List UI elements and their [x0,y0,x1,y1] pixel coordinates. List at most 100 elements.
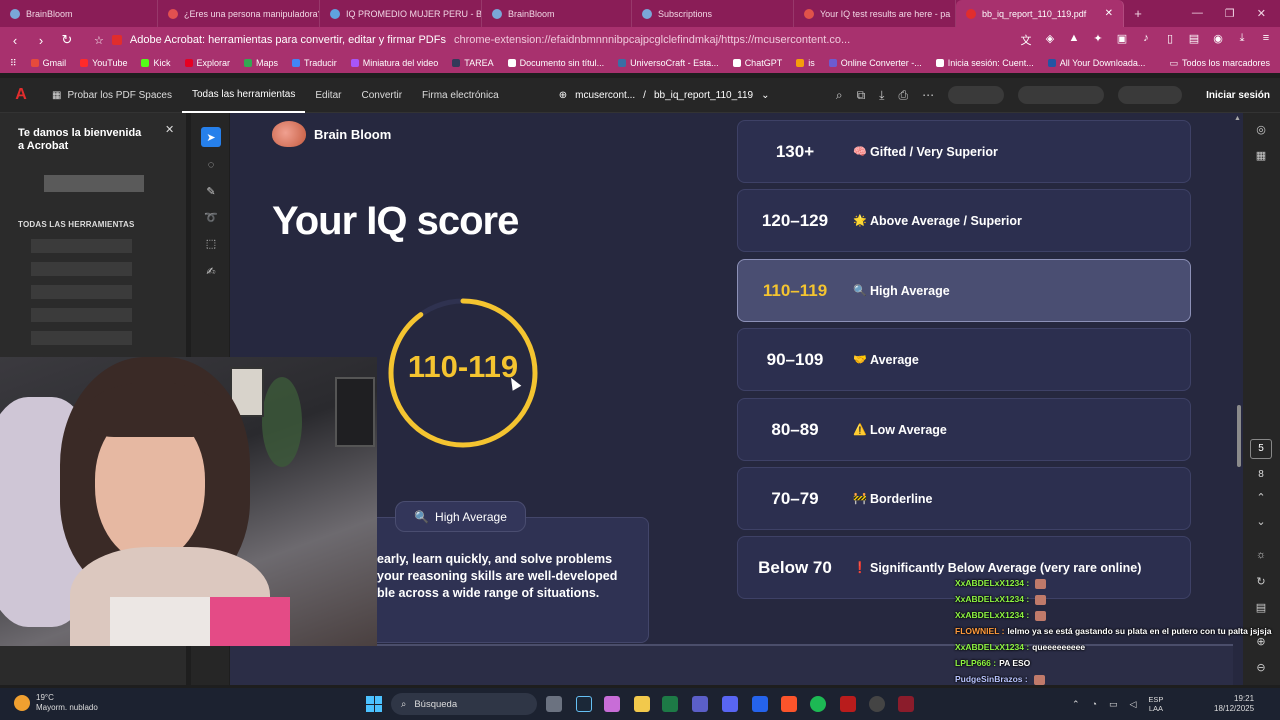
all-bookmarks-folder[interactable]: ▭ Todos los marcadores [1169,58,1270,69]
scroll-thumb[interactable] [1237,405,1241,467]
taskbar-search-placeholder: Búsqueda [414,698,458,710]
screenshot-icon[interactable]: ▣ [1116,32,1128,48]
music-icon[interactable]: ♪ [1140,32,1152,48]
bookmark-item[interactable]: ChatGPT [732,58,782,68]
browser-tab[interactable]: ¿Eres una persona manipuladora? [158,0,320,27]
pdf-spaces-button[interactable]: ▦ Probar los PDF Spaces [42,78,182,113]
maximize-icon[interactable]: ❐ [1225,7,1235,20]
print-icon[interactable]: ⎙ [898,88,908,103]
browser-tab[interactable]: BrainBloom [0,0,158,27]
volume-icon[interactable]: ◁ [1130,699,1137,710]
close-tab-icon[interactable]: ✕ [1105,8,1113,19]
bookmark-item[interactable]: Miniatura del video [350,58,438,68]
comment-icon[interactable]: ◌ [201,155,221,175]
weather-widget[interactable]: 19°C Mayorm. nublado [14,693,98,712]
bookmark-item[interactable]: Explorar [184,58,230,68]
bookmark-item[interactable]: is [796,58,815,68]
language-indicator[interactable]: ESP LAA [1148,695,1163,713]
search-icon[interactable]: ⌕ [836,88,843,103]
browser-tab[interactable]: Your IQ test results are here - pa [794,0,956,27]
menu-icon[interactable]: ≡ [1260,32,1272,48]
copilot-icon[interactable] [604,696,620,712]
brave-shield-icon[interactable]: ◈ [1044,32,1056,48]
page-down-icon[interactable]: ⌄ [1254,515,1268,528]
omnibox-url[interactable]: chrome-extension://efaidnbmnnnibpcajpcgl… [454,34,850,46]
browser-tab[interactable]: bb_iq_report_110_119.pdf ✕ [956,0,1124,27]
taskbar-clock[interactable]: 19:21 18/12/2025 [1214,694,1254,715]
sidebar-icon[interactable]: ▯ [1164,32,1176,48]
select-cursor-icon[interactable]: ➤ [201,127,221,147]
bookmark-item[interactable]: Documento sin títul... [507,58,604,68]
outlook-icon[interactable] [752,696,768,712]
bookmark-item[interactable]: Online Converter -... [828,58,922,68]
network-icon[interactable]: ◔ [1092,699,1097,709]
close-icon[interactable]: ✕ [165,123,174,136]
thumbnails-icon[interactable]: ▦ [1254,149,1268,162]
browser-tab[interactable]: Subscriptions [632,0,794,27]
bookmark-item[interactable]: Traducir [292,58,337,68]
ai-assistant-icon[interactable]: ◎ [1254,123,1268,136]
bookmark-item[interactable]: YouTube [80,58,127,68]
chat-message: XxABDELxX1234 : [955,610,1047,621]
bookmark-item[interactable]: Kick [141,58,171,68]
taskbar-search[interactable]: ⌕ Búsqueda [391,693,537,715]
battery-icon[interactable]: ▭ [1109,699,1118,710]
start-button[interactable] [366,696,382,712]
pages-icon[interactable]: ⧉ [857,88,866,103]
new-tab-button[interactable]: + [1124,6,1152,21]
scroll-up-icon[interactable]: ▲ [1234,115,1241,122]
reload-icon[interactable]: ↻ [60,32,74,48]
task-view-icon[interactable] [546,696,562,712]
app-icon[interactable] [898,696,914,712]
omnibox[interactable]: ☆ Adobe Acrobat: herramientas para conve… [86,34,1008,47]
file-explorer-icon[interactable] [634,696,650,712]
menu-e-sign[interactable]: Firma electrónica [412,78,509,113]
iq-tier-emoji-icon: 🧠 [853,146,867,158]
pen-icon[interactable]: ✎ [201,181,221,201]
current-page-input[interactable]: 5 [1250,439,1272,459]
steam-icon[interactable] [576,696,592,712]
brave-icon[interactable] [781,696,797,712]
excel-icon[interactable] [662,696,678,712]
bookmark-favicon-icon [184,59,193,67]
more-icon[interactable]: ⋯ [922,88,934,102]
download-pdf-icon[interactable]: ⤓ [879,88,884,103]
rewards-icon[interactable]: ▲ [1068,32,1080,48]
file-breadcrumb[interactable]: ⊕ mcusercont... / bb_iq_report_110_119 ⌄ [559,90,770,101]
profile-icon[interactable]: ◉ [1212,32,1224,48]
apps-grid-icon[interactable]: ⠿ [10,58,17,69]
minimize-icon[interactable]: — [1192,7,1203,20]
discord-icon[interactable] [722,696,738,712]
download-icon[interactable]: ⤓ [1236,32,1248,48]
app-icon[interactable] [840,696,856,712]
browser-tab[interactable]: IQ PROMEDIO MUJER PERU - Buscar [320,0,482,27]
placeholder-pill [948,86,1005,104]
menu-edit[interactable]: Editar [305,78,351,113]
bookmark-item[interactable]: Inicia sesión: Cuent... [935,58,1034,68]
browser-tab[interactable]: BrainBloom [482,0,632,27]
menu-convert[interactable]: Convertir [351,78,412,113]
bookmark-item[interactable]: All Your Downloada... [1047,58,1145,68]
sign-in-button[interactable]: Iniciar sesión [1196,90,1280,101]
bookmark-item[interactable]: Gmail [30,58,66,68]
close-window-icon[interactable]: ✕ [1257,7,1266,20]
spotify-icon[interactable] [810,696,826,712]
tray-chevron-icon[interactable]: ⌃ [1072,699,1080,710]
lasso-icon[interactable]: ➰ [201,207,221,227]
acrobat-logo-icon[interactable]: A [0,78,42,113]
wallet-icon[interactable]: ▤ [1188,32,1200,48]
back-icon[interactable]: ‹ [8,33,22,48]
signature-icon[interactable]: ✍ [201,261,221,281]
text-select-icon[interactable]: ⬚ [201,233,221,253]
obs-icon[interactable] [869,696,885,712]
bookmark-item[interactable]: UniversoCraft - Esta... [618,58,719,68]
translate-icon[interactable]: 文 [1020,32,1032,48]
teams-icon[interactable] [692,696,708,712]
bookmark-star-icon[interactable]: ☆ [94,34,104,47]
forward-icon[interactable]: › [34,33,48,48]
bookmark-item[interactable]: TAREA [452,58,494,68]
menu-all-tools[interactable]: Todas las herramientas [181,78,306,113]
extensions-icon[interactable]: ✦ [1092,32,1104,48]
bookmark-item[interactable]: Maps [244,58,278,68]
page-up-icon[interactable]: ⌃ [1254,491,1268,504]
